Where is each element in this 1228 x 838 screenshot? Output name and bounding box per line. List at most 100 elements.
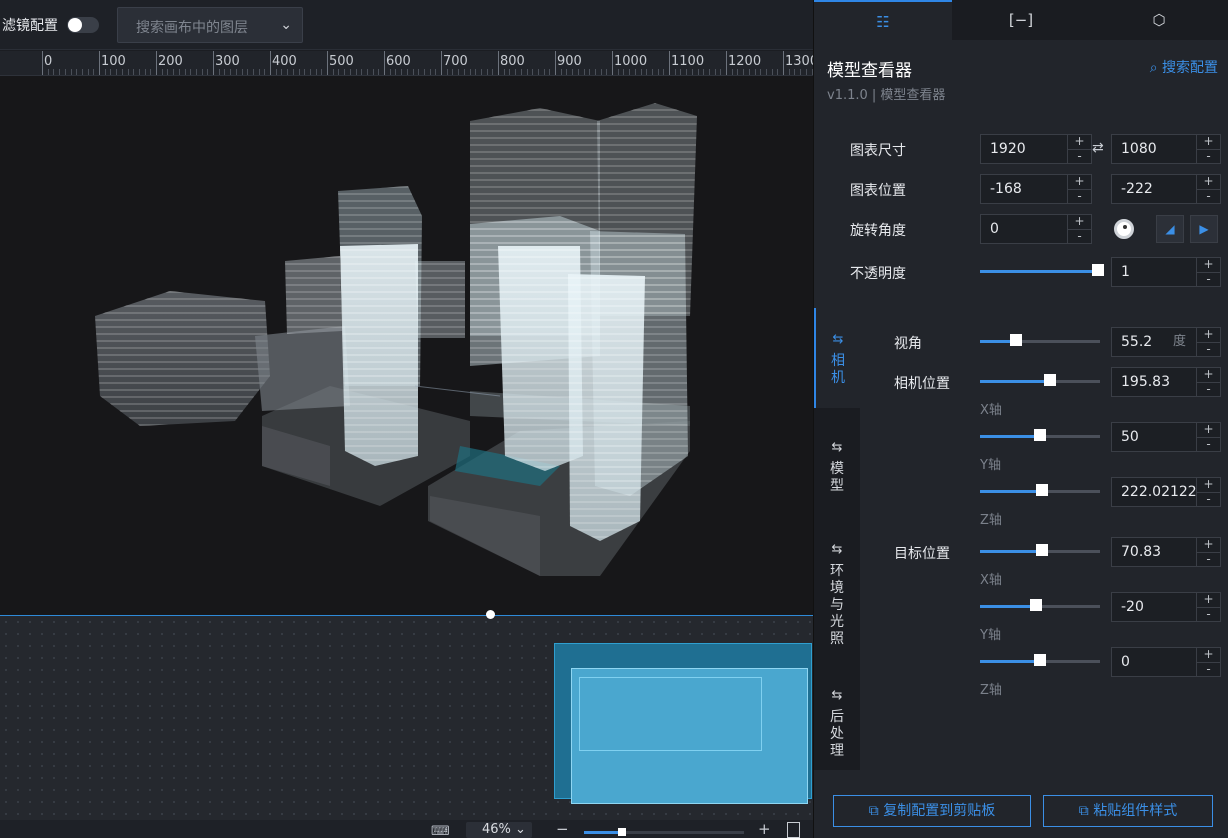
camera-z-slider-thumb[interactable] [1036,484,1048,496]
ruler-minor-tick [207,69,209,75]
ruler-minor-tick [520,69,522,75]
ruler-minor-tick [663,69,665,75]
ruler-minor-tick [201,69,203,75]
camera-z-slider[interactable] [980,484,1100,496]
ruler-minor-tick [167,69,169,75]
ruler-minor-tick [190,69,192,75]
minimap[interactable] [554,643,812,804]
target-z-input[interactable]: 0 + - [1111,647,1221,677]
ruler-minor-tick [680,69,682,75]
target-y-slider-thumb[interactable] [1030,599,1042,611]
target-y-stepper[interactable]: + - [1196,593,1220,621]
camera-y-input[interactable]: 50 + - [1111,422,1221,452]
vtab-model[interactable]: ⇆ 模型 [814,418,860,518]
pos-x-stepper[interactable]: + - [1067,175,1091,203]
ruler-minor-tick [389,69,391,75]
height-stepper[interactable]: + - [1196,135,1220,163]
target-z-slider[interactable] [980,654,1100,666]
vtab-environment-label: 环境与光照 [830,563,844,647]
ruler-minor-tick [731,69,733,75]
zoom-slider-thumb[interactable] [618,828,626,836]
ruler-minor-tick [315,69,317,75]
pos-y-stepper[interactable]: + - [1196,175,1220,203]
target-y-input[interactable]: -20 + - [1111,592,1221,622]
search-config-link[interactable]: ⌕ 搜索配置 [1150,57,1218,77]
width-input[interactable]: 1920 + - [980,134,1092,164]
paste-style-button[interactable]: ⧉ 粘贴组件样式 [1043,795,1213,827]
ruler-minor-tick [589,69,591,75]
filter-toggle[interactable] [67,17,99,33]
keyboard-icon[interactable]: ⌨ [431,824,450,838]
ruler-minor-tick [435,69,437,75]
ruler-minor-tick [281,69,283,75]
opacity-slider-thumb[interactable] [1092,264,1104,276]
vtab-camera[interactable]: ⇆ 相机 [814,308,860,408]
zoom-select[interactable]: 46% ⌄ [466,822,532,838]
rotation-input[interactable]: 0 + - [980,214,1092,244]
target-z-stepper[interactable]: + - [1196,648,1220,676]
zoom-slider[interactable] [584,828,744,836]
flip-horizontal-icon[interactable]: ◢ [1156,215,1184,243]
copy-config-button[interactable]: ⧉ 复制配置到剪贴板 [833,795,1031,827]
ruler-minor-tick [720,69,722,75]
ruler-minor-tick [714,69,716,75]
fov-stepper[interactable]: + - [1196,328,1220,356]
flip-vertical-icon[interactable]: ▶ [1190,215,1218,243]
target-x-input[interactable]: 70.83 + - [1111,537,1221,567]
camera-y-slider[interactable] [980,429,1100,441]
fov-slider[interactable] [980,334,1100,346]
camera-z-input[interactable]: 222.02122 + - [1111,477,1221,507]
tab-settings[interactable]: ☷ [814,0,952,40]
camera-x-slider-thumb[interactable] [1044,374,1056,386]
rotation-dial[interactable] [1114,219,1134,239]
camera-x-slider[interactable] [980,374,1100,386]
target-x-slider[interactable] [980,544,1100,556]
pos-y-input[interactable]: -222 + - [1111,174,1221,204]
vtab-postprocess[interactable]: ⇆ 后处理 [814,678,860,770]
vtab-environment[interactable]: ⇆ 环境与光照 [814,528,860,658]
ruler-minor-tick [737,69,739,75]
opacity-slider[interactable] [980,264,1104,276]
tab-interaction[interactable]: [−] [952,0,1090,40]
camera-x-input[interactable]: 195.83 + - [1111,367,1221,397]
layer-search-select[interactable]: 搜索画布中的图层 ⌄ [117,7,303,43]
rotation-stepper[interactable]: + - [1067,215,1091,243]
ruler-minor-tick [640,69,642,75]
fit-screen-icon[interactable] [787,822,800,838]
ruler-minor-tick [777,69,779,75]
fov-label: 视角 [894,336,922,352]
ruler-tick: 1300 [783,51,813,75]
target-y-slider[interactable] [980,599,1100,611]
width-stepper[interactable]: + - [1067,135,1091,163]
search-icon: ⌕ [1149,60,1158,76]
ruler-minor-tick [760,69,762,75]
ruler-minor-tick [366,69,368,75]
tab-data[interactable]: ⬡ [1090,0,1228,40]
cube-icon: ⬡ [1152,11,1166,29]
canvas-viewport[interactable] [0,76,813,615]
camera-z-stepper[interactable]: + - [1196,478,1220,506]
ruler-minor-tick [748,69,750,75]
link-icon[interactable]: ⇄ [1092,140,1104,156]
camera-y-stepper[interactable]: + - [1196,423,1220,451]
target-x-stepper[interactable]: + - [1196,538,1220,566]
zoom-out-icon[interactable]: − [556,820,569,838]
ruler-minor-tick [332,69,334,75]
ruler-minor-tick [765,69,767,75]
fov-slider-thumb[interactable] [1010,334,1022,346]
ruler-minor-tick [241,69,243,75]
target-z-slider-thumb[interactable] [1034,654,1046,666]
fov-input[interactable]: 55.2 度 + - [1111,327,1221,357]
height-input[interactable]: 1080 + - [1111,134,1221,164]
minimap-viewport[interactable] [571,668,808,804]
opacity-stepper[interactable]: + - [1196,258,1220,286]
zoom-in-icon[interactable]: + [758,820,771,838]
pos-x-input[interactable]: -168 + - [980,174,1092,204]
camera-y-slider-thumb[interactable] [1034,429,1046,441]
ruler-minor-tick [560,69,562,75]
opacity-input[interactable]: 1 + - [1111,257,1221,287]
camera-x-stepper[interactable]: + - [1196,368,1220,396]
target-x-slider-thumb[interactable] [1036,544,1048,556]
layer-search-placeholder: 搜索画布中的图层 [136,20,248,36]
resize-handle[interactable] [486,610,495,619]
